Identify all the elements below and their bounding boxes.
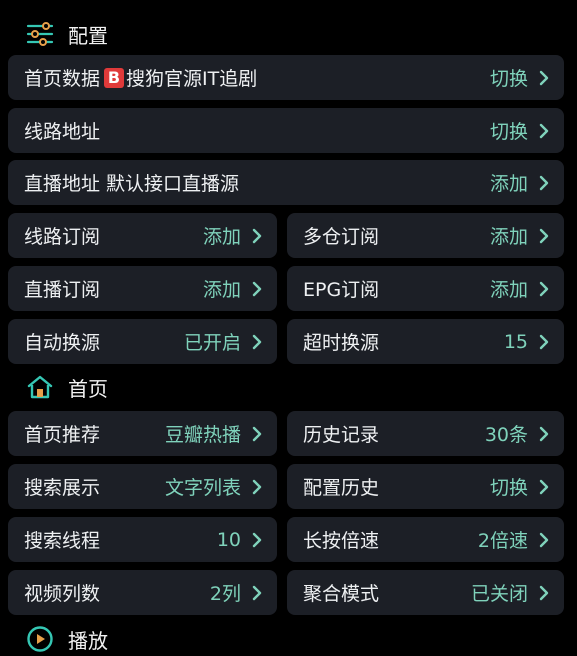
chevron-right-icon [251,478,265,496]
timeout-switch-source-label: 超时换源 [303,332,380,354]
live-subscribe-row[interactable]: 直播订阅 添加 [8,266,277,311]
chevron-right-icon [251,425,265,443]
search-threads-row[interactable]: 搜索线程 10 [8,517,277,562]
config-history-value: 切换 [489,477,528,499]
multi-repo-subscribe-value: 添加 [489,226,528,248]
home-data-label: 首页数据 [24,68,101,90]
chevron-right-icon [538,531,552,549]
epg-subscribe-label: EPG订阅 [303,279,380,301]
long-press-speed-row[interactable]: 长按倍速 2倍速 [287,517,564,562]
history-row[interactable]: 历史记录 30条 [287,411,564,456]
chevron-right-icon [538,280,552,298]
auto-switch-source-row[interactable]: 自动换源 已开启 [8,319,277,364]
chevron-right-icon [538,478,552,496]
config-section-title: 配置 [68,23,108,48]
chevron-right-icon [251,333,265,351]
home-data-source-name: 搜狗官源IT追剧 [126,68,258,90]
search-threads-value: 10 [216,528,241,551]
epg-subscribe-value: 添加 [489,279,528,301]
long-press-speed-value: 2倍速 [477,530,528,552]
chevron-right-icon [538,227,552,245]
home-section-header: 首页 [26,370,108,404]
play-icon [26,625,54,653]
route-address-label: 线路地址 [24,121,101,143]
home-recommend-value: 豆瓣热播 [164,424,241,446]
config-history-label: 配置历史 [303,477,380,499]
auto-switch-source-label: 自动换源 [24,332,101,354]
multi-repo-subscribe-row[interactable]: 多仓订阅 添加 [287,213,564,258]
home-section-title: 首页 [68,376,108,401]
history-value: 30条 [484,424,528,446]
auto-switch-source-value: 已开启 [183,332,241,354]
chevron-right-icon [538,69,552,87]
route-address-row[interactable]: 线路地址 切换 [8,108,564,153]
route-subscribe-value: 添加 [202,226,241,248]
search-threads-label: 搜索线程 [24,530,101,552]
timeout-switch-source-row[interactable]: 超时换源 15 [287,319,564,364]
timeout-switch-source-value: 15 [503,330,528,353]
live-address-label: 直播地址 默认接口直播源 [24,173,240,195]
long-press-speed-label: 长按倍速 [303,530,380,552]
search-display-row[interactable]: 搜索展示 文字列表 [8,464,277,509]
epg-subscribe-row[interactable]: EPG订阅 添加 [287,266,564,311]
multi-repo-subscribe-label: 多仓订阅 [303,226,380,248]
search-display-value: 文字列表 [164,477,241,499]
chevron-right-icon [251,227,265,245]
chevron-right-icon [538,122,552,140]
aggregate-mode-row[interactable]: 聚合模式 已关闭 [287,570,564,615]
home-icon [26,374,54,400]
source-badge: B [104,67,125,88]
video-columns-row[interactable]: 视频列数 2列 [8,570,277,615]
home-data-value: 切换 [489,68,528,90]
chevron-right-icon [251,531,265,549]
chevron-right-icon [251,584,265,602]
config-section-header: 配置 [26,17,108,51]
chevron-right-icon [538,584,552,602]
live-subscribe-label: 直播订阅 [24,279,101,301]
chevron-right-icon [538,425,552,443]
config-history-row[interactable]: 配置历史 切换 [287,464,564,509]
home-recommend-row[interactable]: 首页推荐 豆瓣热播 [8,411,277,456]
aggregate-mode-label: 聚合模式 [303,583,380,605]
route-address-value: 切换 [489,121,528,143]
route-subscribe-row[interactable]: 线路订阅 添加 [8,213,277,258]
sliders-icon [26,21,54,47]
live-address-row[interactable]: 直播地址 默认接口直播源 添加 [8,160,564,205]
home-recommend-label: 首页推荐 [24,424,101,446]
live-subscribe-value: 添加 [202,279,241,301]
home-data-row[interactable]: 首页数据 B 搜狗官源IT追剧 切换 [8,55,564,100]
chevron-right-icon [538,333,552,351]
chevron-right-icon [251,280,265,298]
video-columns-value: 2列 [209,583,241,605]
play-section-title: 播放 [68,628,108,653]
chevron-right-icon [538,174,552,192]
video-columns-label: 视频列数 [24,583,101,605]
live-address-value: 添加 [489,173,528,195]
route-subscribe-label: 线路订阅 [24,226,101,248]
history-label: 历史记录 [303,424,380,446]
aggregate-mode-value: 已关闭 [470,583,528,605]
search-display-label: 搜索展示 [24,477,101,499]
